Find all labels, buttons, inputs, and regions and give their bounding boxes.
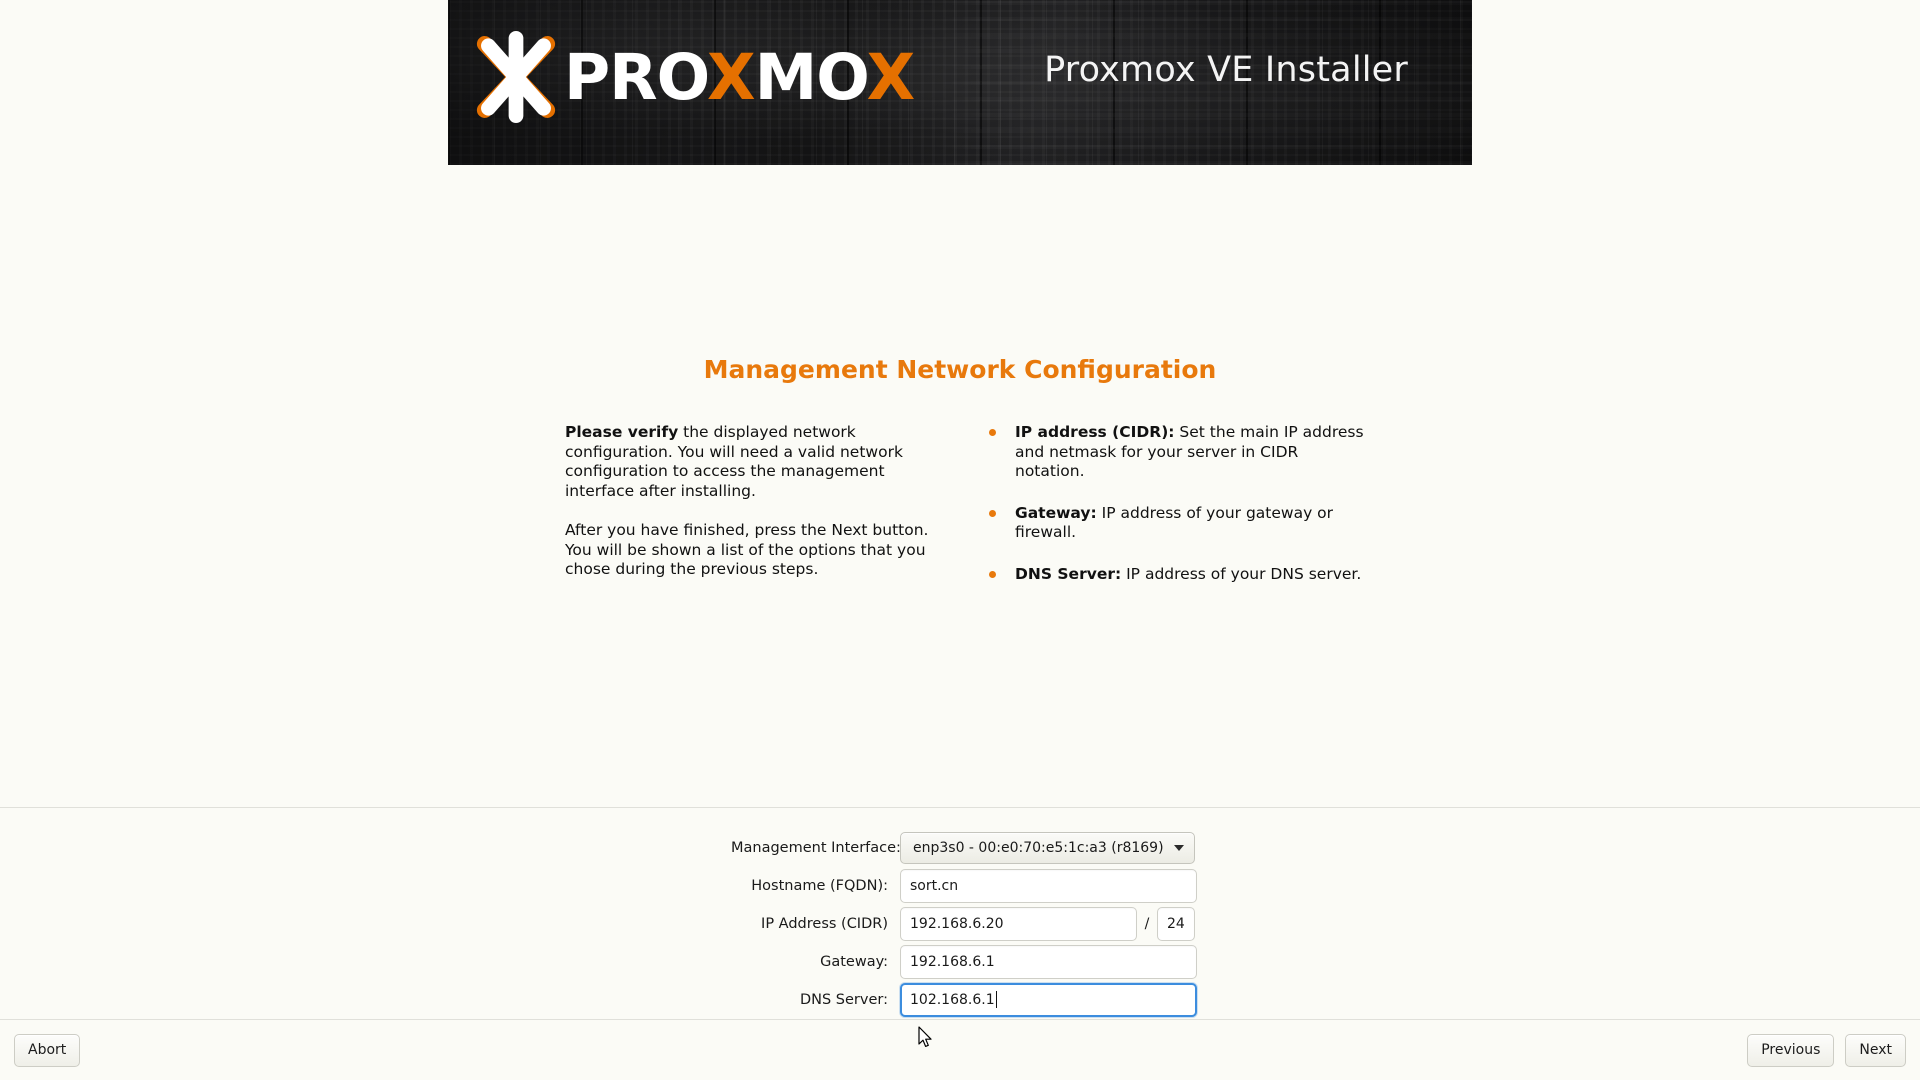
gateway-input[interactable]: 192.168.6.1 <box>900 944 1197 979</box>
logo-text-pro: PRO <box>564 40 708 114</box>
footer-bar: Abort Previous Next <box>0 1020 1920 1080</box>
hostname-input[interactable]: sort.cn <box>900 868 1197 903</box>
dns-server-label: DNS Server: <box>799 991 888 1008</box>
bullet-dot-icon <box>989 570 996 578</box>
field-help-list: IP address (CIDR): Set the main IP addre… <box>985 423 1365 584</box>
bullet-term-ip: IP address (CIDR): <box>1015 423 1175 441</box>
info-columns: Please verify the displayed network conf… <box>565 423 1365 584</box>
cidr-prefix-value: 24 <box>1167 915 1185 932</box>
logo-text-x1: X <box>707 40 756 114</box>
proxmox-logo: PROXMOX <box>470 30 915 124</box>
hostname-value: sort.cn <box>910 877 959 894</box>
footer-nav-buttons: Previous Next <box>1747 1033 1906 1067</box>
cidr-separator: / <box>1144 915 1150 932</box>
previous-button[interactable]: Previous <box>1747 1033 1835 1067</box>
management-interface-value: enp3s0 - 00:e0:70:e5:1c:a3 (r8169) <box>913 839 1164 856</box>
management-interface-select[interactable]: enp3s0 - 00:e0:70:e5:1c:a3 (r8169) <box>900 831 1195 864</box>
bullet-dot-icon <box>989 429 996 436</box>
bullet-dot-icon <box>989 509 996 517</box>
bullet-term-dns: DNS Server: <box>1015 564 1122 583</box>
dns-server-input[interactable]: 102.168.6.1 <box>900 982 1197 1017</box>
installer-window: PROXMOX Proxmox VE Installer Management … <box>0 0 1920 1080</box>
form-row-management-interface: Management Interface: enp3s0 - 00:e0:70:… <box>0 829 1920 866</box>
form-row-hostname: Hostname (FQDN): sort.cn <box>0 867 1920 904</box>
management-interface-label: Management Interface: <box>731 839 901 856</box>
cidr-prefix-input[interactable]: 24 <box>1157 906 1195 941</box>
abort-button[interactable]: Abort <box>14 1033 81 1067</box>
logo-text-x2: X <box>866 40 916 114</box>
info-paragraph-2: After you have finished, press the Next … <box>565 521 940 580</box>
bullet-term-gateway: Gateway: <box>1015 503 1097 522</box>
form-row-ip-address: IP Address (CIDR) 192.168.6.20 / 24 <box>0 905 1920 942</box>
page-title: Management Network Configuration <box>703 355 1217 384</box>
bullet-desc-dns: IP address of your DNS server. <box>1121 564 1362 583</box>
info-paragraph-2-text: After you have finished, press the Next … <box>565 521 929 578</box>
list-item: DNS Server: IP address of your DNS serve… <box>985 565 1365 585</box>
chevron-down-icon <box>1173 844 1184 851</box>
network-config-form: Management Interface: enp3s0 - 00:e0:70:… <box>0 808 1920 1019</box>
list-item: IP address (CIDR): Set the main IP addre… <box>985 423 1365 482</box>
main-content: Management Network Configuration Please … <box>0 165 1920 807</box>
hostname-label: Hostname (FQDN): <box>751 877 888 894</box>
text-cursor <box>995 991 997 1008</box>
installer-title: Proxmox VE Installer <box>1044 50 1408 90</box>
info-left-column: Please verify the displayed network conf… <box>565 423 940 584</box>
proxmox-x-logo-icon <box>470 31 562 123</box>
info-paragraph-1: Please verify the displayed network conf… <box>565 423 940 501</box>
info-paragraph-1-bold: Please verify <box>565 423 679 441</box>
next-button[interactable]: Next <box>1845 1033 1906 1067</box>
info-right-column: IP address (CIDR): Set the main IP addre… <box>985 423 1365 584</box>
gateway-label: Gateway: <box>820 953 888 970</box>
form-row-dns-server: DNS Server: 102.168.6.1 <box>0 981 1920 1018</box>
logo-text-mo: MO <box>754 40 868 114</box>
dns-server-value: 102.168.6.1 <box>910 991 995 1008</box>
ip-address-value: 192.168.6.20 <box>910 915 1004 932</box>
form-row-gateway: Gateway: 192.168.6.1 <box>0 943 1920 980</box>
ip-address-input[interactable]: 192.168.6.20 <box>900 906 1137 941</box>
proxmox-wordmark: PROXMOX <box>564 46 915 109</box>
proxmox-banner: PROXMOX Proxmox VE Installer <box>448 0 1472 165</box>
banner-region: PROXMOX Proxmox VE Installer <box>0 0 1920 165</box>
ip-address-label: IP Address (CIDR) <box>761 915 888 932</box>
gateway-value: 192.168.6.1 <box>910 953 995 970</box>
list-item: Gateway: IP address of your gateway or f… <box>985 504 1365 543</box>
